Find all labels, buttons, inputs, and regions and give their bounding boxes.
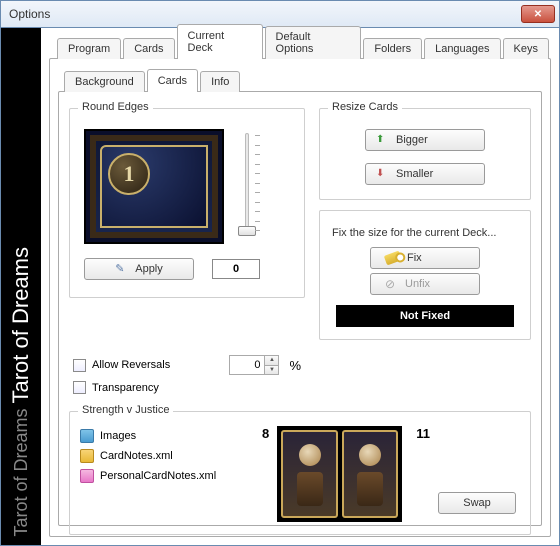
allow-reversals-label: Allow Reversals: [92, 359, 170, 371]
allow-reversals-checkbox[interactable]: [73, 359, 86, 372]
transparency-label: Transparency: [92, 382, 159, 394]
tab-folders[interactable]: Folders: [363, 38, 422, 59]
file-cardnotes[interactable]: CardNotes.xml: [80, 446, 246, 466]
cardnotes-label: CardNotes.xml: [100, 450, 173, 462]
personalcardnotes-label: PersonalCardNotes.xml: [100, 470, 216, 482]
spin-down-icon[interactable]: ▼: [264, 366, 278, 375]
spin-up-icon[interactable]: ▲: [264, 356, 278, 366]
tab-languages[interactable]: Languages: [424, 38, 500, 59]
resize-legend: Resize Cards: [328, 101, 402, 113]
titlebar: Options: [0, 0, 560, 28]
images-label: Images: [100, 430, 136, 442]
key-icon: [384, 251, 402, 266]
left-card-number: 8: [254, 426, 270, 441]
tab-cards[interactable]: Cards: [123, 38, 174, 59]
xml-file-icon: [80, 449, 94, 463]
file-images[interactable]: Images: [80, 426, 246, 446]
reversals-value[interactable]: [230, 356, 264, 374]
unfix-icon: [385, 277, 399, 291]
card-strength: [281, 430, 337, 518]
card-justice: [342, 430, 398, 518]
file-personalcardnotes[interactable]: PersonalCardNotes.xml: [80, 466, 246, 486]
svj-legend: Strength v Justice: [78, 404, 173, 416]
inner-tabstrip: Background Cards Info: [58, 67, 542, 91]
swap-label: Swap: [463, 497, 491, 509]
images-folder-icon: [80, 429, 94, 443]
right-card-number: 11: [416, 426, 430, 441]
bigger-label: Bigger: [396, 134, 428, 146]
fix-status: Not Fixed: [336, 305, 514, 327]
apply-button[interactable]: Apply: [84, 258, 194, 280]
inner-tabpanel: Round Edges 1: [58, 91, 542, 526]
cards-preview: [277, 426, 402, 522]
outer-tabpanel: Background Cards Info Round Edges 1: [49, 58, 551, 537]
card-corner-preview: 1: [84, 129, 224, 244]
preview-coin: 1: [108, 153, 150, 195]
round-edges-value: 0: [212, 259, 260, 279]
close-button[interactable]: [521, 5, 555, 23]
fix-size-group: Fix the size for the current Deck... Fix…: [319, 210, 531, 340]
file-list: Images CardNotes.xml PersonalCardNotes.x…: [80, 426, 246, 522]
apply-icon: [115, 262, 129, 276]
tab-program[interactable]: Program: [57, 38, 121, 59]
smaller-label: Smaller: [396, 168, 433, 180]
unfix-label: Unfix: [405, 278, 430, 290]
smaller-button[interactable]: Smaller: [365, 163, 485, 185]
slider-thumb[interactable]: [238, 226, 256, 236]
tab-info[interactable]: Info: [200, 71, 240, 92]
tab-background[interactable]: Background: [64, 71, 145, 92]
outer-tabstrip: Program Cards Current Deck Default Optio…: [49, 34, 551, 58]
round-edges-legend: Round Edges: [78, 101, 153, 113]
bigger-icon: [376, 133, 390, 147]
smaller-icon: [376, 167, 390, 181]
strength-justice-group: Strength v Justice Images CardNotes.xml: [69, 411, 531, 535]
main-panel: Program Cards Current Deck Default Optio…: [49, 34, 551, 537]
swap-button[interactable]: Swap: [438, 492, 516, 514]
side-banner-bright: Tarot of Dreams: [8, 247, 33, 404]
percent-label: %: [289, 358, 301, 373]
xml-file-icon: [80, 469, 94, 483]
reversal-controls: Allow Reversals ▲ ▼ %: [69, 352, 305, 397]
fix-description: Fix the size for the current Deck...: [332, 227, 518, 239]
tab-keys[interactable]: Keys: [503, 38, 549, 59]
client-area: Tarot of Dreams Tarot of Dreams Program …: [0, 28, 560, 546]
reversals-spinner[interactable]: ▲ ▼: [229, 355, 279, 375]
fix-label: Fix: [407, 252, 422, 264]
transparency-checkbox[interactable]: [73, 381, 86, 394]
fix-button[interactable]: Fix: [370, 247, 480, 269]
apply-label: Apply: [135, 263, 163, 275]
resize-cards-group: Resize Cards Bigger Smaller: [319, 108, 531, 200]
bigger-button[interactable]: Bigger: [365, 129, 485, 151]
round-edges-group: Round Edges 1: [69, 108, 305, 298]
tab-current-deck[interactable]: Current Deck: [177, 24, 263, 59]
window-title: Options: [5, 7, 50, 21]
round-edges-slider[interactable]: [235, 129, 275, 244]
side-banner-dim: Tarot of Dreams: [11, 404, 31, 537]
tab-cards-inner[interactable]: Cards: [147, 69, 198, 92]
tab-default-options[interactable]: Default Options: [265, 26, 362, 59]
unfix-button[interactable]: Unfix: [370, 273, 480, 295]
side-banner: Tarot of Dreams Tarot of Dreams: [1, 28, 41, 545]
